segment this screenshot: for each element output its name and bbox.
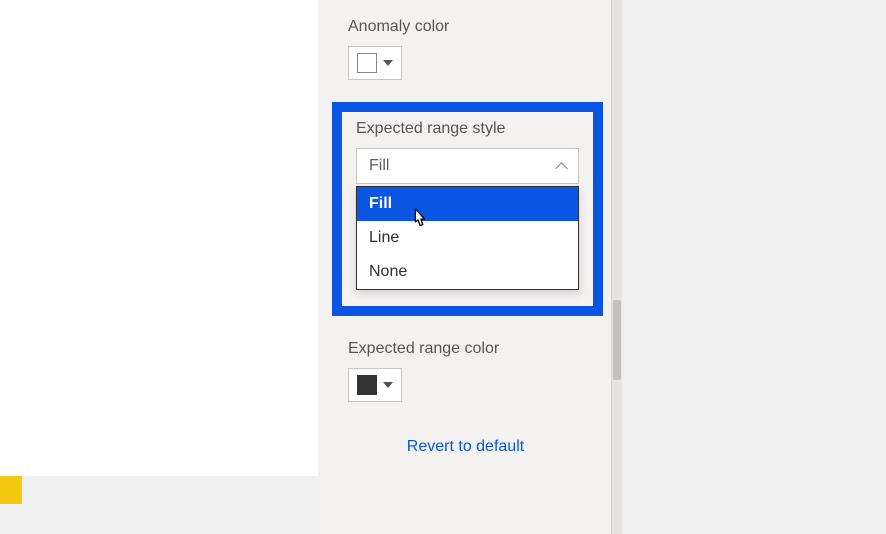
status-strip (0, 476, 22, 504)
swatch-icon (357, 375, 377, 395)
revert-to-default-link[interactable]: Revert to default (320, 438, 611, 456)
range-style-dropdown[interactable]: Fill (356, 148, 579, 184)
chevron-up-icon (555, 162, 568, 175)
anomaly-color-label: Anomaly color (348, 18, 611, 36)
highlight-annotation: Expected range style Fill Fill Line None (332, 102, 603, 316)
dropdown-option-line[interactable]: Line (357, 221, 578, 255)
range-style-dropdown-list: Fill Line None (356, 186, 579, 290)
expected-range-color-picker[interactable] (348, 368, 402, 402)
anomaly-color-picker[interactable] (348, 46, 402, 80)
swatch-icon (357, 53, 377, 73)
panel-scrollbar-track[interactable] (612, 0, 622, 534)
dropdown-option-none[interactable]: None (357, 255, 578, 289)
format-panel: Anomaly color Expected range style Fill … (320, 0, 612, 534)
panel-scrollbar-thumb[interactable] (613, 300, 621, 380)
expected-range-style-label: Expected range style (356, 120, 579, 138)
dropdown-option-fill[interactable]: Fill (357, 187, 578, 221)
range-style-value: Fill (369, 157, 389, 175)
caret-down-icon (383, 60, 393, 66)
anomaly-color-section: Anomaly color (320, 0, 611, 80)
report-canvas (0, 0, 318, 476)
expected-range-color-label: Expected range color (348, 340, 611, 358)
caret-down-icon (383, 382, 393, 388)
expected-range-color-section: Expected range color (320, 340, 611, 402)
